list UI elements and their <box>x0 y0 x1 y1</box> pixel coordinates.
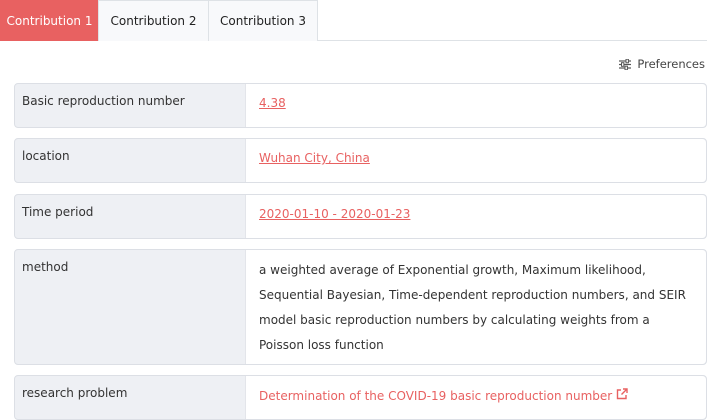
property-value-cell: 4.38 <box>245 84 706 127</box>
sliders-icon <box>619 58 632 70</box>
property-row-time-period: Time period 2020-01-10 - 2020-01-23 <box>14 194 707 239</box>
method-text: a weighted average of Exponential growth… <box>259 263 686 352</box>
property-row-basic-reproduction-number: Basic reproduction number 4.38 <box>14 83 707 128</box>
property-label: method <box>22 260 69 274</box>
property-label: location <box>22 149 70 163</box>
property-row-location: location Wuhan City, China <box>14 138 707 183</box>
research-problem-text: Determination of the COVID-19 basic repr… <box>259 388 613 403</box>
research-problem-link[interactable]: Determination of the COVID-19 basic repr… <box>259 388 628 403</box>
preferences-label: Preferences <box>637 57 705 71</box>
property-value-cell: Wuhan City, China <box>245 139 706 182</box>
external-link-icon <box>616 388 628 403</box>
tab-contribution-3[interactable]: Contribution 3 <box>208 0 318 41</box>
tab-contribution-1[interactable]: Contribution 1 <box>0 0 99 41</box>
tab-contribution-2[interactable]: Contribution 2 <box>98 0 209 41</box>
value-link[interactable]: Wuhan City, China <box>259 151 370 165</box>
preferences-button[interactable]: Preferences <box>619 55 705 73</box>
value-link[interactable]: 2020-01-10 - 2020-01-23 <box>259 207 410 221</box>
contribution-tabs: Contribution 1 Contribution 2 Contributi… <box>0 0 707 41</box>
value-link[interactable]: 4.38 <box>259 96 286 110</box>
property-row-method: method a weighted average of Exponential… <box>14 249 707 365</box>
property-value-cell: a weighted average of Exponential growth… <box>245 250 706 364</box>
property-label: Time period <box>22 205 94 219</box>
property-label: Basic reproduction number <box>22 94 185 108</box>
property-row-research-problem: research problem Determination of the CO… <box>14 375 707 420</box>
property-label: research problem <box>22 386 128 400</box>
property-value-cell: 2020-01-10 - 2020-01-23 <box>245 195 706 238</box>
